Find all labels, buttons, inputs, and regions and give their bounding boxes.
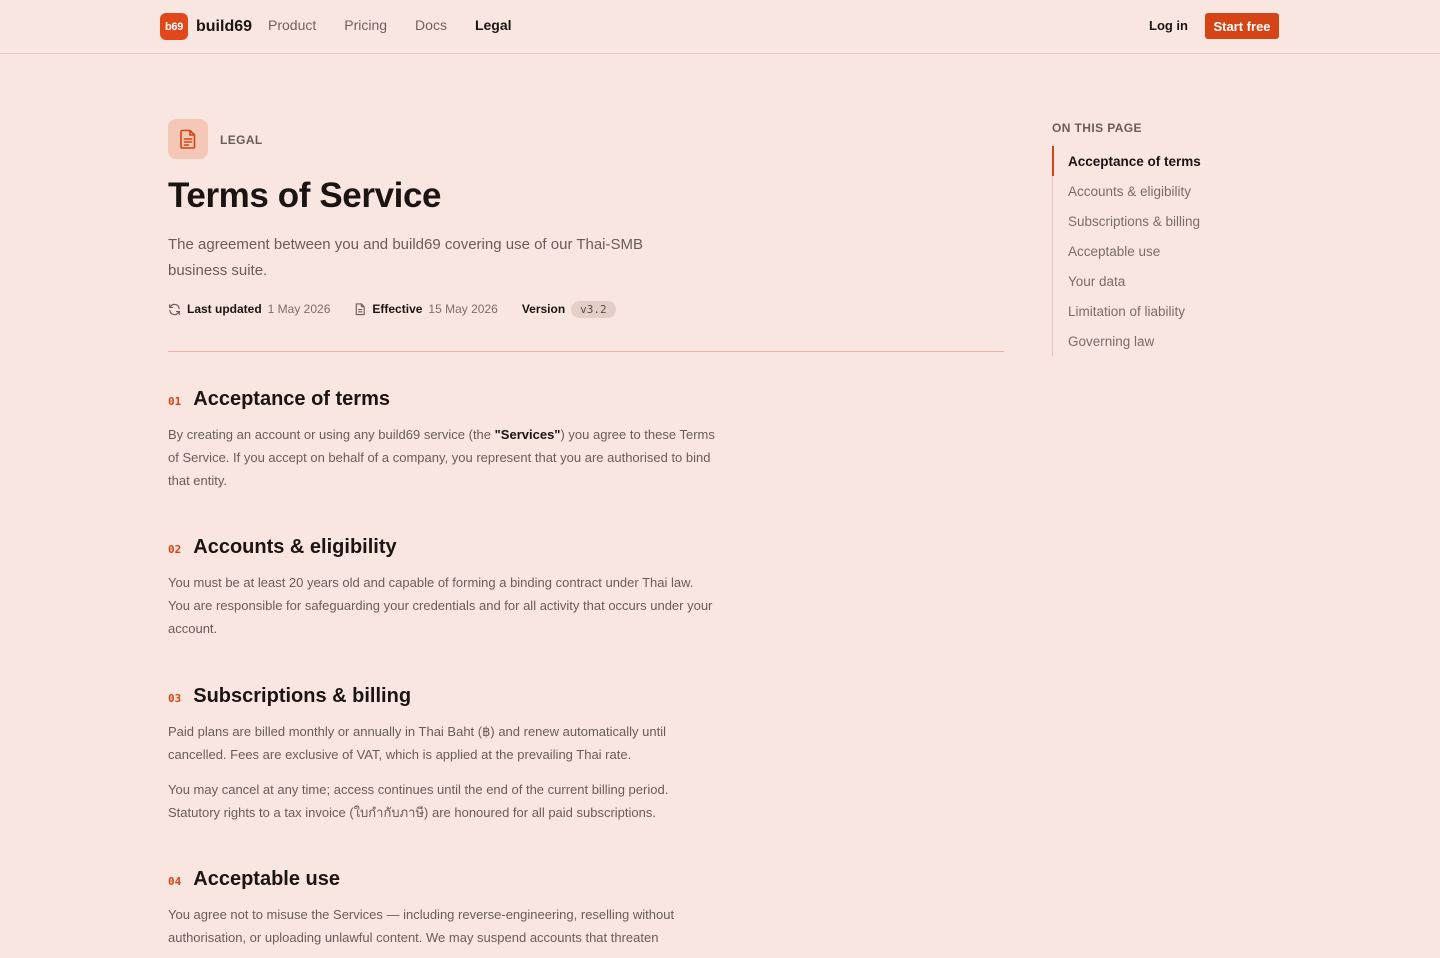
last-updated: Last updated 1 May 2026 — [168, 302, 330, 316]
toc-item-your-data[interactable]: Your data — [1052, 266, 1272, 296]
main-nav: Product Pricing Docs Legal — [268, 17, 512, 33]
brand-name: build69 — [196, 17, 253, 35]
document-small-icon — [356, 302, 366, 315]
toc-item-accounts[interactable]: Accounts & eligibility — [1052, 176, 1272, 206]
page-subtitle: The agreement between you and build69 co… — [168, 236, 644, 279]
section-paragraph: By creating an account or using any buil… — [168, 427, 715, 488]
document-meta: Last updated 1 May 2026 Effective 15 May… — [168, 299, 640, 319]
effective-date: Effective 15 May 2026 — [354, 302, 498, 316]
section-title: Accounts & eligibility — [193, 536, 397, 558]
toc-item-acceptance[interactable]: Acceptance of terms — [1052, 146, 1272, 176]
effective-label: Effective — [372, 302, 423, 316]
section-paragraph: Paid plans are billed monthly or annuall… — [168, 724, 666, 762]
legal-eyebrow: LEGAL — [220, 133, 263, 147]
toc-title: ON THIS PAGE — [1052, 121, 1142, 135]
divider — [168, 351, 1004, 352]
section-accounts: 02 Accounts & eligibility You must be at… — [168, 536, 716, 640]
document-icon — [168, 119, 208, 159]
version: Version v3.2 — [521, 300, 616, 318]
updated-label: Last updated — [187, 302, 262, 316]
section-number: 01 — [168, 395, 182, 408]
login-link[interactable]: Log in — [1149, 18, 1188, 33]
nav-pricing[interactable]: Pricing — [344, 17, 387, 33]
page-title: Terms of Service — [168, 176, 442, 215]
section-paragraph: You agree not to misuse the Services — i… — [168, 907, 675, 945]
section-billing: 03 Subscriptions & billing Paid plans ar… — [168, 685, 716, 824]
top-navbar: b69 build69 Product Pricing Docs Legal L… — [0, 0, 1440, 54]
version-label: Version — [521, 302, 566, 316]
section-number: 04 — [168, 875, 182, 888]
section-title: Acceptable use — [193, 868, 340, 890]
effective-value: 15 May 2026 — [428, 302, 498, 316]
nav-docs[interactable]: Docs — [415, 17, 447, 33]
services-term: "Services" — [494, 427, 561, 442]
toc-item-governing-law[interactable]: Governing law — [1052, 326, 1272, 356]
section-paragraph: You may cancel at any time; access conti… — [168, 782, 669, 820]
logo-mark: b69 — [160, 13, 188, 40]
section-title: Subscriptions & billing — [193, 685, 412, 707]
nav-product[interactable]: Product — [268, 17, 316, 33]
start-free-button[interactable]: Start free — [1205, 13, 1279, 39]
updated-value: 1 May 2026 — [267, 302, 331, 316]
section-title: Acceptance of terms — [193, 388, 390, 410]
toc-item-acceptable-use[interactable]: Acceptable use — [1052, 236, 1272, 266]
table-of-contents: Acceptance of terms Accounts & eligibili… — [1052, 146, 1272, 356]
section-acceptable-use: 04 Acceptable use You agree not to misus… — [168, 868, 716, 949]
version-badge: v3.2 — [571, 300, 616, 318]
section-number: 03 — [168, 692, 182, 705]
toc-item-liability[interactable]: Limitation of liability — [1052, 296, 1272, 326]
section-number: 02 — [168, 543, 182, 556]
section-acceptance: 01 Acceptance of terms By creating an ac… — [168, 388, 716, 492]
nav-legal[interactable]: Legal — [475, 17, 512, 33]
toc-item-billing[interactable]: Subscriptions & billing — [1052, 206, 1272, 236]
refresh-icon — [169, 303, 180, 315]
brand-logo[interactable]: b69 build69 — [160, 13, 252, 40]
section-paragraph: You must be at least 20 years old and ca… — [168, 575, 713, 636]
